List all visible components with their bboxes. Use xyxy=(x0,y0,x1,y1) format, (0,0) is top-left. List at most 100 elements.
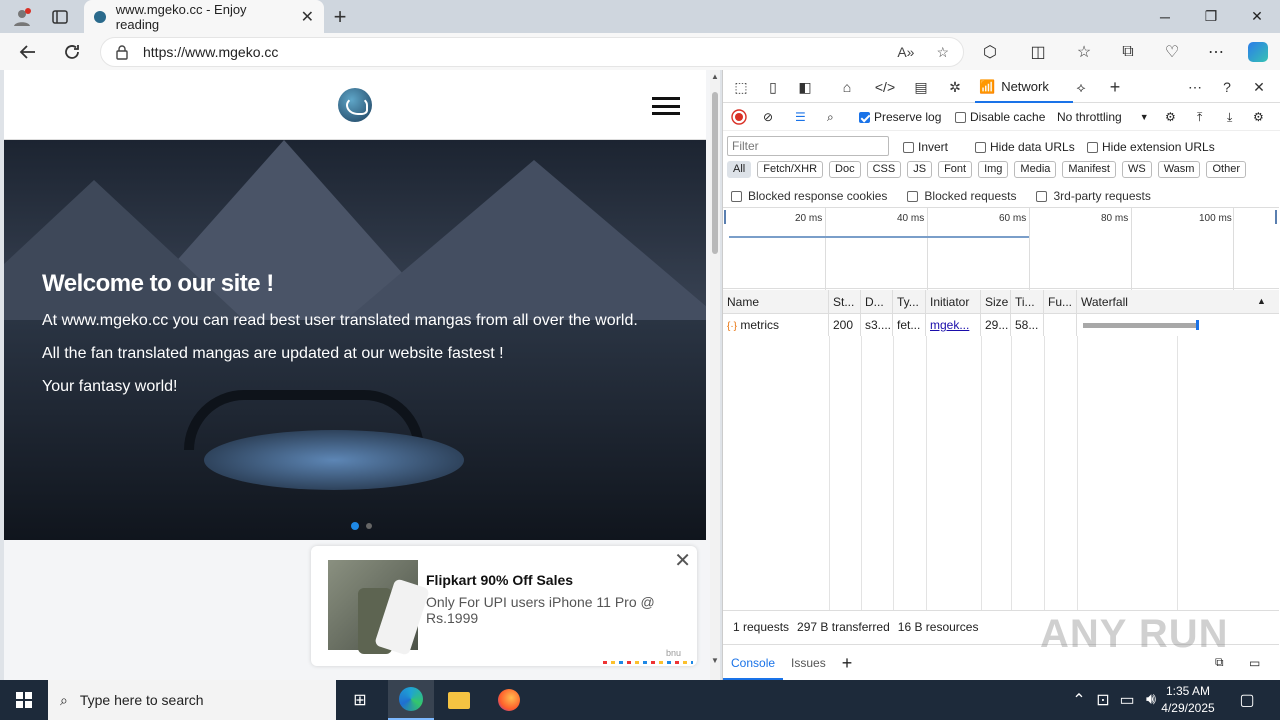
inspect-element-icon[interactable]: ⬚ xyxy=(729,76,753,98)
add-tool-icon[interactable]: + xyxy=(1103,76,1127,98)
address-bar[interactable]: https://www.mgeko.cc A» ☆ xyxy=(100,37,964,67)
tab-network[interactable]: 📶 Network xyxy=(975,72,1073,103)
back-icon[interactable] xyxy=(8,33,48,70)
more-menu-icon[interactable]: ⋯ xyxy=(1198,33,1234,70)
scroll-down-icon[interactable]: ▼ xyxy=(711,656,719,665)
export-har-icon[interactable]: ⤓ xyxy=(1227,107,1232,127)
hide-extension-urls-checkbox[interactable]: Hide extension URLs xyxy=(1087,137,1215,157)
performance-icon[interactable]: ⟡ xyxy=(1069,76,1093,98)
disable-cache-checkbox[interactable]: Disable cache xyxy=(955,107,1045,127)
invert-checkbox[interactable]: Invert xyxy=(903,137,948,157)
split-screen-icon[interactable]: ◫ xyxy=(1020,33,1056,70)
import-har-icon[interactable]: ⤒ xyxy=(1197,107,1202,127)
site-logo[interactable] xyxy=(338,88,372,122)
search-icon[interactable]: ⌕ xyxy=(827,107,834,127)
tab-mgeko[interactable]: www.mgeko.cc - Enjoy reading ✕ xyxy=(84,0,324,33)
close-window-button[interactable]: ✕ xyxy=(1234,0,1280,33)
page-scrollbar[interactable]: ▲ ▼ xyxy=(710,70,720,680)
sort-ascending-icon[interactable]: ▲ xyxy=(1257,296,1266,306)
refresh-icon[interactable] xyxy=(52,33,92,70)
edge-taskbar-icon[interactable] xyxy=(388,680,434,720)
welcome-home-icon[interactable]: ⌂ xyxy=(835,76,859,98)
timeline-handle-left[interactable] xyxy=(724,210,726,224)
new-tab-icon[interactable]: + xyxy=(320,0,360,33)
filter-chip-font[interactable]: Font xyxy=(938,161,973,178)
ad-close-icon[interactable]: ✕ xyxy=(674,548,691,573)
favorite-star-icon[interactable]: ☆ xyxy=(936,44,949,61)
filter-chip-fetch[interactable]: Fetch/XHR xyxy=(757,161,824,178)
task-view-icon[interactable]: ⊞ xyxy=(338,680,382,720)
carousel-dot-active[interactable] xyxy=(351,522,359,530)
scroll-up-icon[interactable]: ▲ xyxy=(711,72,719,81)
taskbar-search[interactable]: ⌕ Type here to search xyxy=(48,680,336,720)
filter-chip-all[interactable]: All xyxy=(727,161,752,178)
close-devtools-icon[interactable]: ✕ xyxy=(1247,76,1271,98)
collections-icon[interactable]: ⧉ xyxy=(1110,33,1146,70)
drawer-tab-issues[interactable]: Issues xyxy=(783,646,834,680)
filter-chip-ws[interactable]: WS xyxy=(1121,161,1152,178)
device-emulation-icon[interactable]: ▯ xyxy=(761,76,785,98)
sources-bug-icon[interactable]: ✲ xyxy=(943,76,967,98)
filter-chip-media[interactable]: Media xyxy=(1014,161,1057,178)
filter-input[interactable]: Filter xyxy=(727,136,889,156)
column-waterfall[interactable]: Waterfall xyxy=(1077,290,1279,314)
minimize-button[interactable]: ─ xyxy=(1142,0,1188,33)
clear-icon[interactable]: ⊘ xyxy=(763,107,773,127)
column-status[interactable]: St... xyxy=(829,290,861,314)
firefox-icon[interactable] xyxy=(486,680,532,720)
file-explorer-icon[interactable] xyxy=(436,680,482,720)
column-size[interactable]: Size xyxy=(981,290,1011,314)
taskbar-clock[interactable]: 1:35 AM 4/29/2025 xyxy=(1156,683,1220,717)
column-type[interactable]: Ty... xyxy=(893,290,926,314)
devtools-more-icon[interactable]: ⋯ xyxy=(1183,76,1207,98)
throttling-select[interactable]: No throttling ▼ xyxy=(1057,107,1149,127)
favorites-icon[interactable]: ☆ xyxy=(1066,33,1102,70)
read-aloud-icon[interactable]: A» xyxy=(897,44,914,61)
network-tray-icon[interactable]: ⊡ xyxy=(1092,680,1114,720)
filter-chip-js[interactable]: JS xyxy=(907,161,933,178)
record-icon[interactable] xyxy=(731,107,747,127)
show-hidden-icons-icon[interactable]: ⌃ xyxy=(1068,680,1090,720)
tab-actions-icon[interactable] xyxy=(40,0,80,33)
console-icon[interactable]: ▤ xyxy=(909,76,933,98)
filter-chip-manifest[interactable]: Manifest xyxy=(1062,161,1116,178)
network-settings-icon[interactable]: ⚙ xyxy=(1253,107,1264,127)
column-initiator[interactable]: Initiator xyxy=(926,290,981,314)
drawer-add-icon[interactable]: + xyxy=(834,646,861,680)
filter-toggle-icon[interactable]: ☰ xyxy=(795,107,806,127)
network-overview-timeline[interactable]: 20 ms 40 ms 60 ms 80 ms 100 ms xyxy=(723,207,1279,290)
hide-data-urls-checkbox[interactable]: Hide data URLs xyxy=(975,137,1075,157)
filter-chip-doc[interactable]: Doc xyxy=(829,161,861,178)
close-drawer-icon[interactable]: ▭ xyxy=(1249,656,1260,670)
column-time[interactable]: Ti... xyxy=(1011,290,1044,314)
windows-start-icon[interactable] xyxy=(0,680,48,720)
profile-icon[interactable] xyxy=(2,0,42,33)
filter-chip-img[interactable]: Img xyxy=(978,161,1009,178)
filter-chip-other[interactable]: Other xyxy=(1206,161,1246,178)
timeline-handle-right[interactable] xyxy=(1275,210,1277,224)
filter-chip-wasm[interactable]: Wasm xyxy=(1157,161,1201,178)
browser-essentials-icon[interactable]: ♡ xyxy=(1154,33,1190,70)
undock-drawer-icon[interactable]: ⧉ xyxy=(1215,655,1224,670)
preserve-log-checkbox[interactable]: Preserve log xyxy=(859,107,941,127)
help-icon[interactable]: ? xyxy=(1215,76,1239,98)
initiator-link[interactable]: mgek... xyxy=(930,318,969,332)
drawer-tab-console[interactable]: Console xyxy=(723,646,784,680)
extensions-icon[interactable]: ⬡ xyxy=(972,33,1008,70)
maximize-button[interactable]: ❐ xyxy=(1188,0,1234,33)
copilot-icon[interactable] xyxy=(1240,33,1276,70)
network-conditions-icon[interactable]: ⚙ xyxy=(1165,107,1176,127)
filter-chip-css[interactable]: CSS xyxy=(866,161,902,178)
scrollbar-thumb[interactable] xyxy=(712,92,718,254)
close-tab-icon[interactable]: ✕ xyxy=(301,7,314,27)
third-party-checkbox[interactable]: 3rd-party requests xyxy=(1036,188,1151,204)
ethernet-icon[interactable]: ▭ xyxy=(1116,680,1138,720)
table-row[interactable]: {·} metrics 200 s3.... fet... mgek... 29… xyxy=(723,314,1279,336)
column-domain[interactable]: D... xyxy=(861,290,893,314)
elements-code-icon[interactable]: </> xyxy=(873,76,897,98)
notification-center-icon[interactable]: ▢ xyxy=(1232,680,1262,720)
blocked-response-cookies-checkbox[interactable]: Blocked response cookies xyxy=(731,188,887,204)
column-name[interactable]: Name xyxy=(723,290,829,314)
ad-popup[interactable]: Flipkart 90% Off Sales Only For UPI user… xyxy=(311,546,697,666)
column-fulfilled[interactable]: Fu... xyxy=(1044,290,1077,314)
